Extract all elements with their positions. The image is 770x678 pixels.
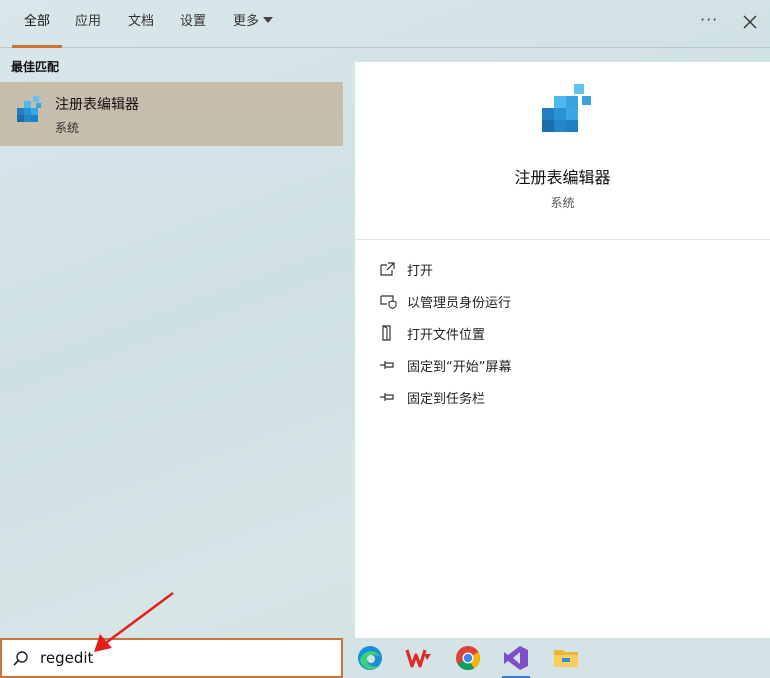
tab-more-label: 更多 <box>233 14 260 29</box>
close-icon <box>743 15 757 29</box>
search-query: regedit <box>40 649 94 667</box>
result-name: 注册表编辑器 <box>55 97 139 113</box>
taskbar <box>343 638 770 678</box>
action-run-as-admin-label: 以管理员身份运行 <box>407 296 512 311</box>
edge-icon <box>358 646 382 670</box>
registry-editor-icon <box>542 84 591 132</box>
open-icon <box>380 262 395 276</box>
best-match-result[interactable]: 注册表编辑器 系统 <box>0 82 343 146</box>
action-open-file-location[interactable]: 打开文件位置 <box>375 322 675 344</box>
divider <box>355 239 770 240</box>
taskbar-edge[interactable] <box>350 638 390 678</box>
action-pin-to-taskbar[interactable]: 固定到任务栏 <box>375 386 675 408</box>
search-input[interactable]: regedit <box>0 638 343 678</box>
file-location-icon <box>382 325 391 341</box>
chrome-icon <box>456 646 480 671</box>
search-icon <box>13 651 28 666</box>
shield-run-icon <box>380 295 397 309</box>
action-open[interactable]: 打开 <box>375 258 675 280</box>
action-pin-to-taskbar-label: 固定到任务栏 <box>407 392 486 407</box>
tab-more[interactable]: 更多 <box>233 0 274 48</box>
taskbar-file-explorer[interactable] <box>546 638 586 678</box>
tab-documents[interactable]: 文档 <box>128 0 154 48</box>
wps-icon <box>405 649 431 668</box>
detail-panel: 注册表编辑器 系统 打开 以管理员身份运行 打开文件位置 固定到“开始”屏幕 固… <box>355 62 770 638</box>
best-match-heading: 最佳匹配 <box>11 60 60 74</box>
action-open-file-location-label: 打开文件位置 <box>407 328 486 343</box>
action-pin-to-start[interactable]: 固定到“开始”屏幕 <box>375 354 675 376</box>
tab-all[interactable]: 全部 <box>12 0 62 48</box>
detail-app-type: 系统 <box>550 196 575 210</box>
close-button[interactable] <box>740 12 760 32</box>
action-open-label: 打开 <box>407 264 434 279</box>
result-type: 系统 <box>55 121 80 135</box>
visual-studio-icon <box>504 646 528 670</box>
taskbar-visual-studio[interactable] <box>496 638 536 678</box>
tab-settings[interactable]: 设置 <box>180 0 206 48</box>
tab-apps[interactable]: 应用 <box>75 0 101 48</box>
file-explorer-icon <box>554 650 578 667</box>
taskbar-chrome[interactable] <box>448 638 488 678</box>
more-options-button[interactable]: ··· <box>700 10 718 29</box>
search-scope-tabs: 全部 应用 文档 设置 更多 ··· <box>0 0 770 48</box>
action-pin-to-start-label: 固定到“开始”屏幕 <box>407 360 512 375</box>
registry-editor-icon <box>17 96 41 122</box>
pin-icon <box>380 393 394 401</box>
action-run-as-admin[interactable]: 以管理员身份运行 <box>375 290 675 312</box>
chevron-down-icon <box>263 17 274 23</box>
taskbar-wps[interactable] <box>399 638 439 678</box>
detail-app-name: 注册表编辑器 <box>514 168 611 187</box>
pin-icon <box>380 361 394 369</box>
